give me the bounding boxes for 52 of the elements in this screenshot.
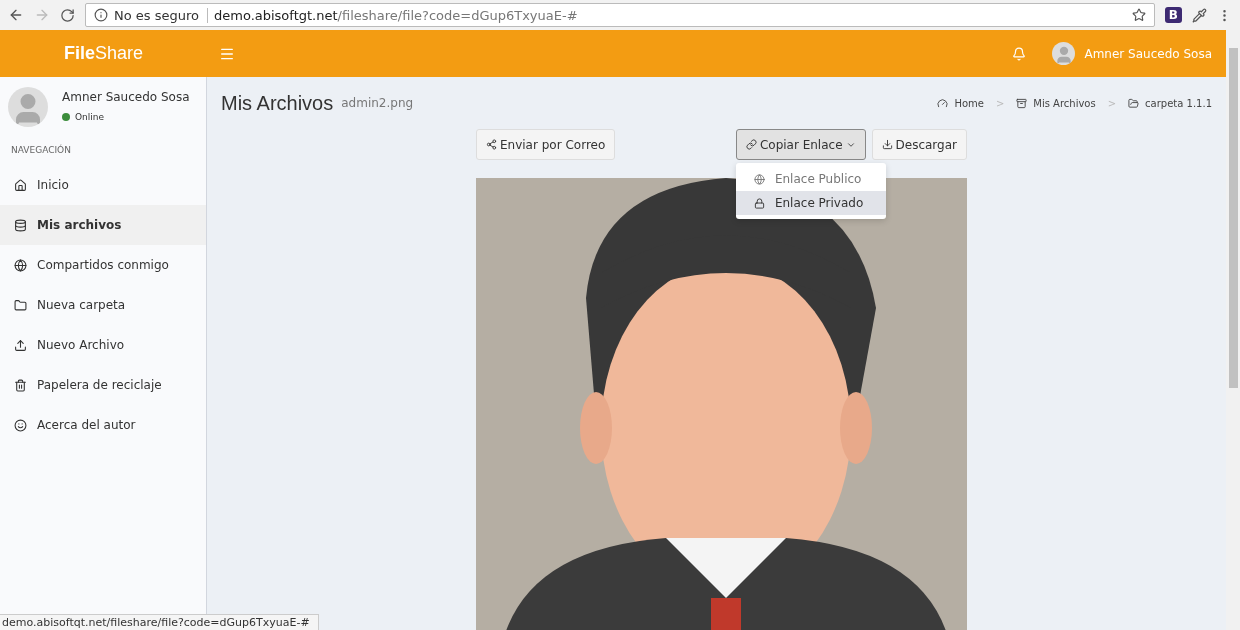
home-icon (14, 178, 27, 192)
folder-open-icon (1128, 97, 1140, 109)
download-icon (881, 139, 893, 150)
star-icon[interactable] (1131, 8, 1146, 22)
avatar (1052, 42, 1076, 65)
address-bar[interactable]: No es seguro demo.abisoftgt.net/fileshare/file?code=dGup6TxyuaE-# (85, 3, 1155, 27)
folder-icon (14, 298, 27, 312)
upload-icon (14, 338, 27, 352)
gauge-icon (937, 97, 949, 109)
nav-item[interactable]: Acerca del autor (0, 405, 206, 445)
status-dot (62, 113, 70, 121)
lock-icon (753, 197, 765, 209)
trash-icon (14, 378, 27, 392)
nav-item[interactable]: Mis archivos (0, 205, 206, 245)
breadcrumb-link[interactable]: Mis Archivos (1016, 97, 1096, 109)
extension-button[interactable]: B (1164, 7, 1182, 23)
breadcrumb-separator: > (995, 97, 1005, 109)
info-icon (94, 8, 108, 22)
avatar (8, 87, 48, 127)
share-icon (486, 139, 497, 150)
file-name: admin2.png (341, 96, 415, 110)
menu-item[interactable]: Enlace Publico (735, 167, 886, 191)
status-label: Online (75, 112, 105, 122)
menu-item[interactable]: Enlace Privado (735, 191, 886, 215)
globe-icon (14, 258, 27, 272)
globe-icon (753, 173, 765, 185)
reload-icon[interactable] (60, 7, 75, 23)
link-icon (745, 139, 757, 150)
eyedropper-icon[interactable] (1192, 7, 1207, 23)
action-button[interactable]: Enviar por Correo (476, 129, 616, 160)
nav-item[interactable]: Nuevo Archivo (0, 325, 206, 365)
nav-item[interactable]: Nueva carpeta (0, 285, 206, 325)
archive-icon (1016, 97, 1028, 109)
security-label: No es seguro (114, 7, 208, 23)
section-label: NAVEGACIÓN (10, 143, 72, 157)
status-url: demo.abisoftqt.net/fileshare/file?code=dGup6TxyuaE-# (0, 614, 319, 630)
user-name: Amner Saucedo Sosa (62, 90, 190, 104)
dropdown-button[interactable]: Copiar Enlace (735, 129, 866, 160)
back-icon[interactable] (8, 7, 24, 23)
nav-item[interactable]: Inicio (0, 165, 206, 205)
smile-icon (14, 418, 27, 432)
nav-item[interactable]: Papelera de reciclaje (0, 365, 206, 405)
action-button[interactable]: Descargar (871, 129, 967, 160)
database-icon (14, 218, 27, 232)
breadcrumb-separator: > (1107, 97, 1117, 109)
page-title: Mis Archivos (221, 91, 334, 115)
bell-icon[interactable] (1012, 46, 1027, 61)
breadcrumb-link[interactable]: carpeta 1.1.1 (1128, 97, 1212, 109)
scrollbar[interactable] (1226, 30, 1240, 630)
url-text: demo.abisoftgt.net/fileshare/file?code=dGup6TxyuaE-# (214, 7, 578, 23)
breadcrumb-link[interactable]: Home (937, 97, 984, 109)
nav-item[interactable]: Compartidos conmigo (0, 245, 206, 285)
